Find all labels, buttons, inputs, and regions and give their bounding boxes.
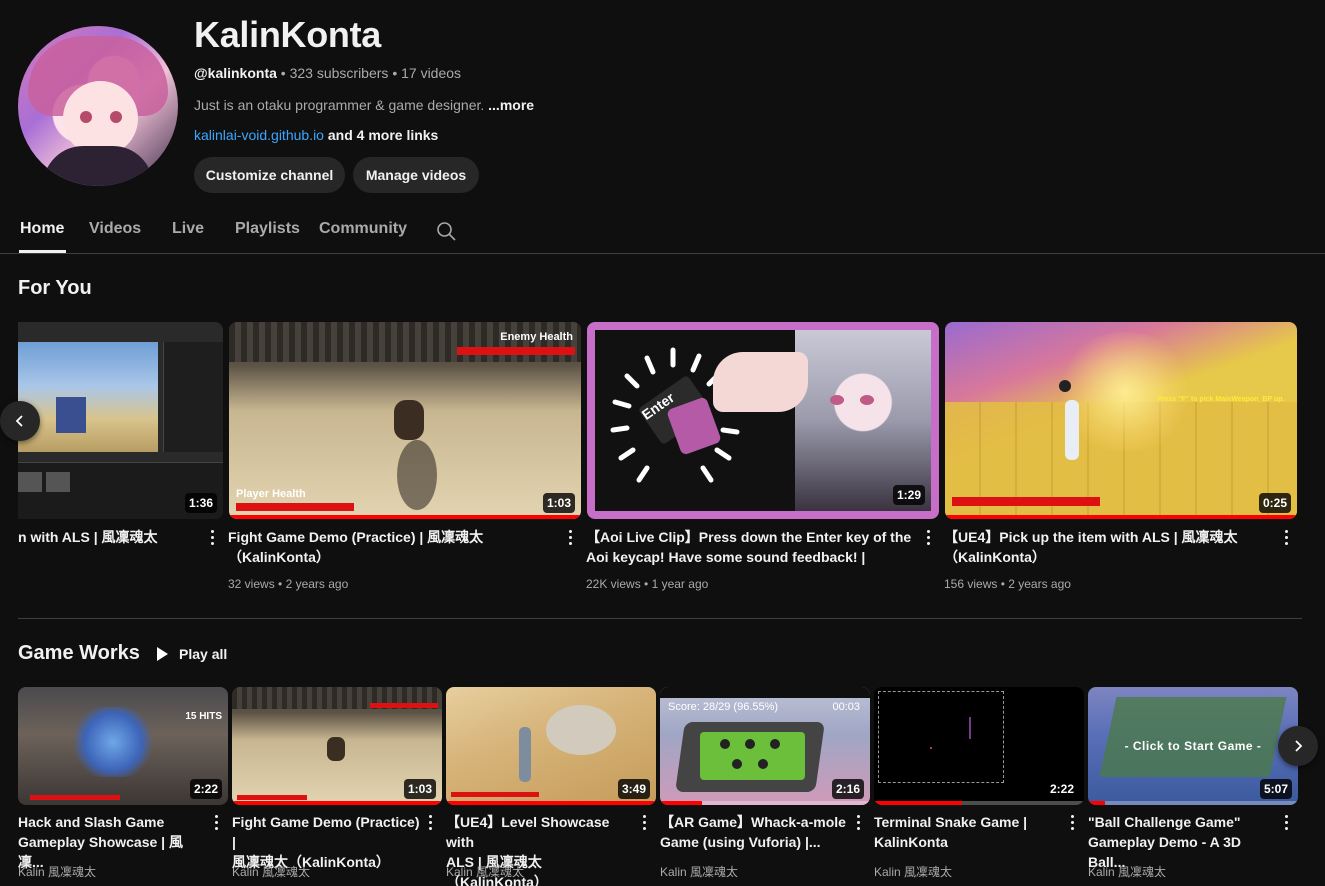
video-thumbnail[interactable]: Enter 1:29 [587,322,939,519]
for-you-heading: For You [18,277,92,299]
video-duration: 2:16 [831,779,864,799]
channel-name: KalinKonta [194,14,382,55]
video-thumbnail[interactable]: Press "F" to pick MainWeapon_BP up. 0:25 [945,322,1297,519]
video-title[interactable]: n with ALS | 風凜魂太 [18,527,198,549]
watch-progress [229,515,581,519]
channel-links: kalinlai-void.github.io and 4 more links [194,127,438,143]
customize-channel-button[interactable]: Customize channel [194,157,345,193]
video-thumbnail[interactable]: 1:03 [232,687,442,805]
tab-live[interactable]: Live [172,220,204,238]
video-title[interactable]: 【UE4】Pick up the item with ALS | 風凜魂太（Ka… [944,527,1264,569]
more-actions-icon[interactable] [1278,812,1294,832]
tab-community[interactable]: Community [319,220,407,238]
video-meta: 32 views • 2 years ago [228,577,349,591]
more-link[interactable]: ...more [488,97,534,113]
video-thumbnail[interactable]: 1:36 [18,322,223,519]
video-title[interactable]: 【Aoi Live Clip】Press down the Enter key … [586,527,916,569]
video-duration: 1:29 [892,485,925,505]
chevron-left-icon [15,415,23,427]
video-thumbnail[interactable]: 3:49 [446,687,656,805]
video-channel[interactable]: Kalin 風凜魂太 [660,863,738,880]
channel-avatar[interactable] [18,26,178,186]
video-meta: 22K views • 1 year ago [586,577,709,591]
carousel-next-button[interactable] [1278,726,1318,766]
video-duration: 2:22 [1045,779,1078,799]
tab-home[interactable]: Home [20,220,64,238]
watch-progress [945,515,1297,519]
more-actions-icon[interactable] [1278,527,1294,547]
more-actions-icon[interactable] [1064,812,1080,832]
video-channel[interactable]: Kalin 風凜魂太 [874,863,952,880]
manage-videos-button[interactable]: Manage videos [353,157,479,193]
video-count: 17 videos [401,65,462,81]
video-duration: 5:07 [1259,779,1292,799]
search-icon[interactable] [436,221,456,241]
channel-description[interactable]: Just is an otaku programmer & game desig… [194,97,534,113]
watch-progress [1088,801,1105,805]
more-actions-icon[interactable] [850,812,866,832]
video-title[interactable]: 【AR Game】Whack-a-mole Game (using Vuforia… [660,812,850,852]
video-thumbnail[interactable]: - Click to Start Game - 5:07 [1088,687,1298,805]
more-actions-icon[interactable] [422,812,438,832]
play-all-button[interactable]: Play all [155,646,227,662]
more-actions-icon[interactable] [920,527,936,547]
channel-handle: @kalinkonta [194,65,277,81]
channel-meta: @kalinkonta • 323 subscribers • 17 video… [194,65,462,81]
more-links-button[interactable]: and 4 more links [328,127,438,143]
video-thumbnail[interactable]: Enemy Health Player Health 1:03 [229,322,581,519]
watch-progress [446,801,656,805]
video-duration: 0:25 [1258,493,1291,513]
video-channel[interactable]: Kalin 風凜魂太 [446,863,524,880]
video-thumbnail[interactable]: 2:22 [874,687,1084,805]
video-duration: 1:03 [403,779,436,799]
game-works-heading: Game Works [18,642,140,664]
more-actions-icon[interactable] [636,812,652,832]
video-title[interactable]: Fight Game Demo (Practice) | 風凜魂太（KalinK… [228,527,548,569]
video-channel[interactable]: Kalin 風凜魂太 [18,863,96,880]
carousel-prev-button[interactable] [0,401,40,441]
tab-videos[interactable]: Videos [89,220,141,238]
watch-progress [232,801,442,805]
more-actions-icon[interactable] [208,812,224,832]
video-thumbnail[interactable]: Score: 28/29 (96.55%) 00:03 2:16 [660,687,870,805]
video-channel[interactable]: Kalin 風凜魂太 [232,863,310,880]
more-actions-icon[interactable] [204,527,220,547]
video-title[interactable]: Terminal Snake Game | KalinKonta [874,812,1064,852]
chevron-right-icon [1295,740,1303,752]
play-icon [157,647,168,661]
video-meta: 156 views • 2 years ago [944,577,1071,591]
video-duration: 3:49 [617,779,650,799]
video-channel[interactable]: Kalin 風凜魂太 [1088,863,1166,880]
video-duration: 2:22 [189,779,222,799]
subscriber-count: 323 subscribers [289,65,389,81]
video-duration: 1:36 [184,493,217,513]
watch-progress [660,801,702,805]
tab-playlists[interactable]: Playlists [235,220,300,238]
section-divider [18,618,1302,619]
video-duration: 1:03 [542,493,575,513]
channel-tabs: Home Videos Live Playlists Community [0,205,1325,254]
video-thumbnail[interactable]: 15 HITS 2:22 [18,687,228,805]
watch-progress [874,801,963,805]
channel-website-link[interactable]: kalinlai-void.github.io [194,127,324,143]
active-tab-indicator [19,250,66,253]
more-actions-icon[interactable] [562,527,578,547]
